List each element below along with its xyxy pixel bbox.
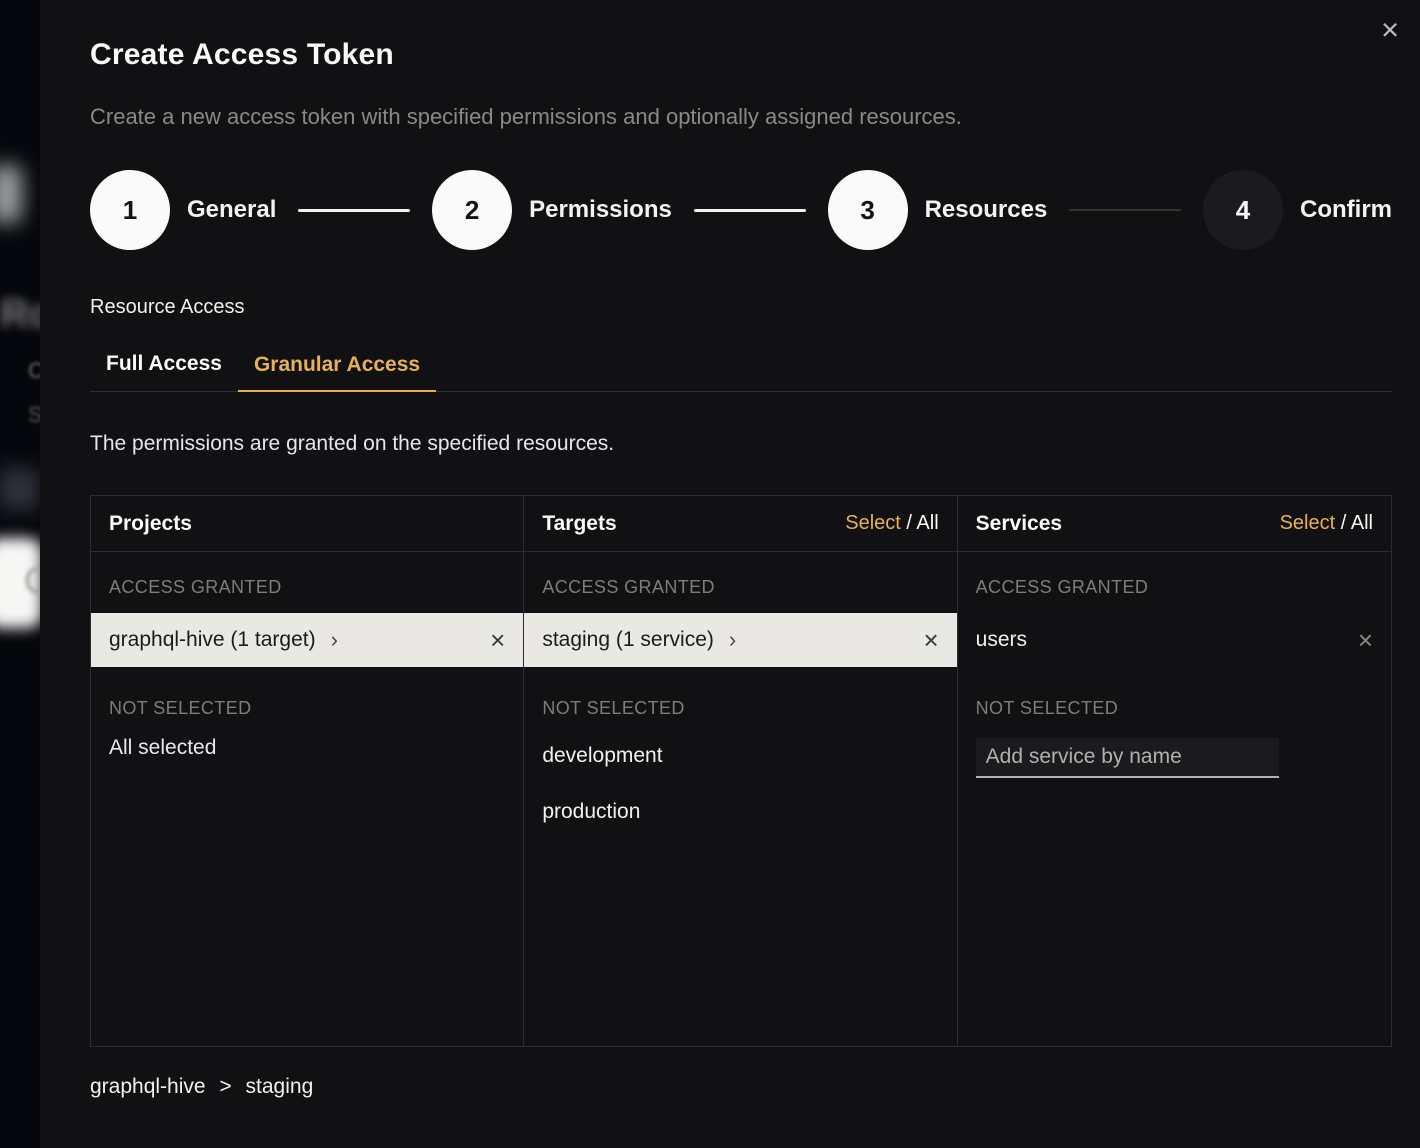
step-number-badge: 4 [1203, 170, 1283, 250]
blurred-text-fragment: C [24, 560, 40, 602]
access-mode-tabs: Full Access Granular Access [90, 352, 1392, 392]
granted-service-row[interactable]: users × [958, 613, 1391, 667]
services-all-action[interactable]: All [1351, 512, 1373, 534]
access-granted-label: ACCESS GRANTED [958, 552, 1391, 613]
step-connector [694, 209, 806, 212]
dialog-title: Create Access Token [90, 38, 1392, 72]
blurred-text-fragment: Rc [0, 292, 40, 337]
column-title: Services [976, 512, 1062, 536]
background-page: Rc C S C [0, 0, 40, 1148]
targets-column-header: Targets Select / All [524, 496, 956, 552]
step-label: Permissions [529, 196, 672, 224]
remove-project-icon[interactable]: × [490, 627, 505, 653]
granted-target-row[interactable]: staging (1 service) › × [524, 613, 956, 667]
targets-all-action[interactable]: All [916, 512, 938, 534]
step-number-badge: 2 [432, 170, 512, 250]
services-select-all: Select / All [1280, 512, 1373, 535]
not-selected-label: NOT SELECTED [91, 667, 523, 728]
breadcrumb-separator: > [219, 1075, 231, 1098]
breadcrumb-target: staging [246, 1075, 314, 1098]
column-title: Projects [109, 512, 192, 536]
step-number-badge: 1 [90, 170, 170, 250]
granted-project-row[interactable]: graphql-hive (1 target) › × [91, 613, 523, 667]
select-all-separator: / [906, 512, 912, 534]
wizard-stepper: 1 General 2 Permissions 3 Resources 4 Co… [90, 170, 1392, 250]
resource-access-heading: Resource Access [90, 296, 1392, 319]
select-all-separator: / [1341, 512, 1347, 534]
blurred-background-shape [0, 468, 40, 510]
projects-all-selected-note: All selected [91, 728, 523, 768]
close-icon[interactable]: × [1370, 10, 1410, 50]
breadcrumb-project: graphql-hive [90, 1075, 206, 1098]
column-title: Targets [542, 512, 616, 536]
services-select-action[interactable]: Select [1280, 512, 1336, 534]
targets-column: Targets Select / All ACCESS GRANTED stag… [524, 496, 957, 1046]
step-label: Confirm [1300, 196, 1392, 224]
blurred-background-shape [0, 165, 22, 223]
chevron-right-icon: › [331, 629, 338, 651]
chevron-right-icon: › [729, 629, 736, 651]
tab-granular-access[interactable]: Granular Access [238, 352, 436, 392]
remove-service-icon[interactable]: × [1358, 627, 1373, 653]
step-label: Resources [925, 196, 1048, 224]
target-option-production[interactable]: production [524, 784, 956, 840]
step-permissions[interactable]: 2 Permissions [432, 170, 672, 250]
dialog-subtitle: Create a new access token with specified… [90, 104, 1392, 130]
step-number-badge: 3 [828, 170, 908, 250]
access-granted-label: ACCESS GRANTED [91, 552, 523, 613]
step-resources[interactable]: 3 Resources [828, 170, 1048, 250]
resource-picker-table: Projects ACCESS GRANTED graphql-hive (1 … [90, 495, 1392, 1047]
tab-full-access[interactable]: Full Access [90, 352, 238, 391]
granted-target-name: staging (1 service) [542, 628, 714, 652]
step-connector [298, 209, 410, 212]
breadcrumb: graphql-hive > staging [90, 1075, 1392, 1099]
add-service-input[interactable] [976, 738, 1279, 778]
target-option-development[interactable]: development [524, 728, 956, 784]
step-confirm[interactable]: 4 Confirm [1203, 170, 1392, 250]
not-selected-label: NOT SELECTED [958, 667, 1391, 728]
step-general[interactable]: 1 General [90, 170, 276, 250]
targets-select-all: Select / All [845, 512, 938, 535]
projects-column-header: Projects [91, 496, 523, 552]
services-column-header: Services Select / All [958, 496, 1391, 552]
blurred-text-fragment: C [28, 358, 40, 384]
step-connector [1069, 209, 1181, 211]
access-granted-label: ACCESS GRANTED [524, 552, 956, 613]
projects-column: Projects ACCESS GRANTED graphql-hive (1 … [91, 496, 524, 1046]
granted-project-name: graphql-hive (1 target) [109, 628, 316, 652]
create-access-token-dialog: × Create Access Token Create a new acces… [40, 0, 1420, 1148]
remove-target-icon[interactable]: × [923, 627, 938, 653]
blurred-text-fragment: S [28, 402, 40, 428]
services-column: Services Select / All ACCESS GRANTED use… [958, 496, 1391, 1046]
granted-service-name: users [976, 628, 1027, 652]
not-selected-label: NOT SELECTED [524, 667, 956, 728]
granular-access-description: The permissions are granted on the speci… [90, 432, 1392, 456]
targets-select-action[interactable]: Select [845, 512, 901, 534]
step-label: General [187, 196, 276, 224]
